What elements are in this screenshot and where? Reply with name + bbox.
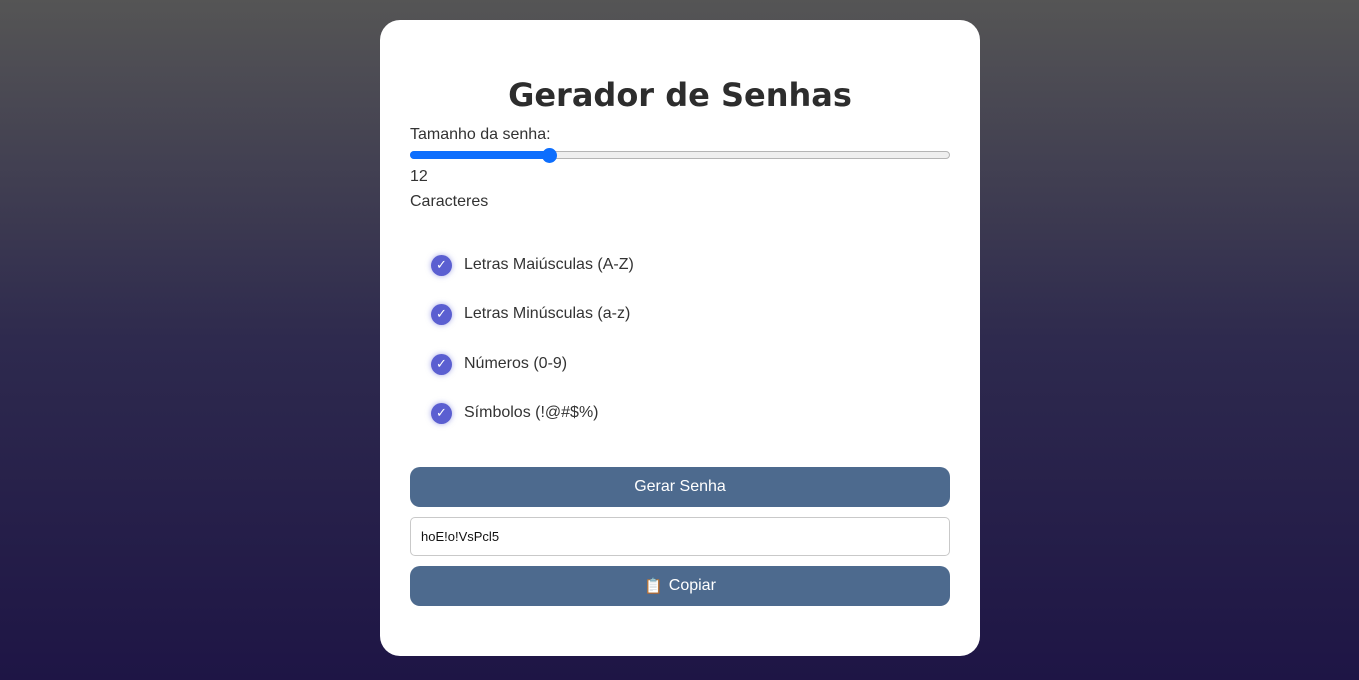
generate-password-button[interactable]: Gerar Senha bbox=[410, 467, 950, 507]
clipboard-icon: 📋 bbox=[644, 578, 663, 595]
check-icon[interactable]: ✓ bbox=[431, 254, 452, 276]
page-title: Gerador de Senhas bbox=[508, 76, 852, 114]
option-uppercase[interactable]: ✓ Letras Maiúsculas (A-Z) bbox=[431, 253, 634, 277]
check-icon[interactable]: ✓ bbox=[431, 303, 452, 325]
slider-fill bbox=[410, 151, 549, 159]
option-symbols[interactable]: ✓ Símbolos (!@#$%) bbox=[431, 401, 599, 425]
option-numbers-label: Números (0-9) bbox=[464, 355, 568, 372]
copy-button-label: Copiar bbox=[668, 577, 716, 594]
length-slider[interactable] bbox=[410, 148, 950, 163]
length-label: Tamanho da senha: bbox=[410, 126, 551, 143]
password-output-field[interactable] bbox=[410, 517, 950, 556]
option-lowercase-label: Letras Minúsculas (a-z) bbox=[464, 305, 631, 322]
generate-button-label: Gerar Senha bbox=[634, 478, 726, 495]
option-uppercase-label: Letras Maiúsculas (A-Z) bbox=[464, 256, 634, 273]
option-symbols-label: Símbolos (!@#$%) bbox=[464, 404, 599, 421]
length-unit-label: Caracteres bbox=[410, 193, 489, 210]
option-lowercase[interactable]: ✓ Letras Minúsculas (a-z) bbox=[431, 302, 630, 326]
check-icon[interactable]: ✓ bbox=[431, 353, 452, 375]
password-generator-card: Gerador de Senhas Tamanho da senha: 12 C… bbox=[380, 20, 980, 656]
slider-thumb[interactable] bbox=[542, 148, 557, 163]
length-value: 12 bbox=[410, 168, 428, 185]
copy-button[interactable]: 📋 Copiar bbox=[410, 566, 950, 606]
option-numbers[interactable]: ✓ Números (0-9) bbox=[431, 352, 567, 376]
check-icon[interactable]: ✓ bbox=[431, 402, 452, 424]
